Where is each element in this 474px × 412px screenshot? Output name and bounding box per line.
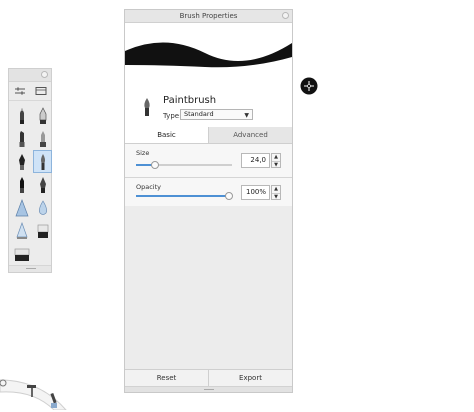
airbrush-icon[interactable] — [12, 173, 31, 196]
opacity-slider-thumb[interactable] — [225, 192, 233, 200]
reset-button[interactable]: Reset — [125, 370, 208, 387]
opacity-stepper[interactable]: ▲ ▼ — [271, 185, 281, 200]
panel-resize-grip[interactable] — [125, 386, 292, 392]
type-select[interactable]: Standard ▼ — [180, 109, 253, 120]
tab-advanced[interactable]: Advanced — [209, 127, 292, 143]
panel-title: Brush Properties — [179, 12, 238, 20]
size-step-up-icon[interactable]: ▲ — [272, 154, 280, 162]
opacity-step-up-icon[interactable]: ▲ — [272, 186, 280, 194]
brush-info: Paintbrush Type: Standard ▼ — [125, 87, 292, 127]
water-drop-icon[interactable] — [33, 196, 52, 219]
panel-empty-area — [125, 206, 292, 370]
block-eraser-icon[interactable] — [12, 242, 31, 265]
opacity-slider-track[interactable] — [136, 195, 229, 197]
hammer-icon[interactable] — [26, 384, 38, 398]
marking-menu — [0, 372, 70, 411]
type-label: Type: — [163, 112, 182, 120]
opacity-step-down-icon[interactable]: ▼ — [272, 194, 280, 201]
brush-name: Paintbrush — [163, 95, 217, 106]
panel-close-icon[interactable] — [282, 12, 289, 19]
calligraphy-pen-icon[interactable] — [33, 173, 52, 196]
crosshair-puck-icon[interactable] — [300, 77, 318, 95]
felt-tip-icon[interactable] — [33, 127, 52, 150]
opacity-input[interactable]: 100% — [241, 185, 270, 200]
brush-grid — [9, 101, 52, 265]
export-button[interactable]: Export — [208, 370, 292, 387]
panel-title-bar[interactable]: Brush Properties — [125, 10, 292, 23]
tab-basic[interactable]: Basic — [125, 127, 209, 143]
brush-tools-icon[interactable] — [47, 392, 61, 410]
brush-library-icon[interactable] — [34, 85, 48, 97]
panel-footer: Reset Export — [125, 369, 292, 387]
paintbrush-icon[interactable] — [33, 150, 52, 173]
opacity-label: Opacity — [136, 183, 162, 191]
brush-library-palette — [8, 68, 52, 273]
size-label: Size — [136, 149, 150, 157]
adjust-sliders-icon[interactable] — [13, 85, 27, 97]
ballpoint-pen-icon[interactable] — [33, 104, 52, 127]
triangle-brush-icon[interactable] — [12, 196, 31, 219]
opacity-section: Opacity 100% ▲ ▼ — [125, 178, 292, 208]
gear-icon[interactable] — [0, 378, 8, 388]
stroke-preview — [125, 23, 292, 87]
palette-resize-grip[interactable] — [9, 265, 51, 272]
size-step-down-icon[interactable]: ▼ — [272, 162, 280, 169]
marker-brush-icon[interactable] — [12, 127, 31, 150]
brush-properties-panel: Brush Properties Paintbrush Type: Standa… — [124, 9, 293, 393]
type-select-value: Standard — [184, 110, 214, 118]
size-input[interactable]: 24,0 — [241, 153, 270, 168]
palette-header[interactable] — [9, 69, 51, 82]
size-section: Size 24,0 ▲ ▼ — [125, 144, 292, 178]
ink-pen-icon[interactable] — [12, 150, 31, 173]
chevron-down-icon: ▼ — [244, 112, 249, 119]
palette-toolbar — [9, 82, 51, 101]
paintbrush-preview-icon — [144, 98, 150, 116]
opacity-slider-fill — [136, 195, 229, 197]
size-slider-thumb[interactable] — [151, 161, 159, 169]
pencil-brush-icon[interactable] — [12, 104, 31, 127]
eraser-icon[interactable] — [33, 219, 52, 242]
size-stepper[interactable]: ▲ ▼ — [271, 153, 281, 168]
property-tabs: Basic Advanced — [125, 127, 292, 144]
cone-brush-icon[interactable] — [12, 219, 31, 242]
palette-close-icon[interactable] — [41, 71, 48, 78]
